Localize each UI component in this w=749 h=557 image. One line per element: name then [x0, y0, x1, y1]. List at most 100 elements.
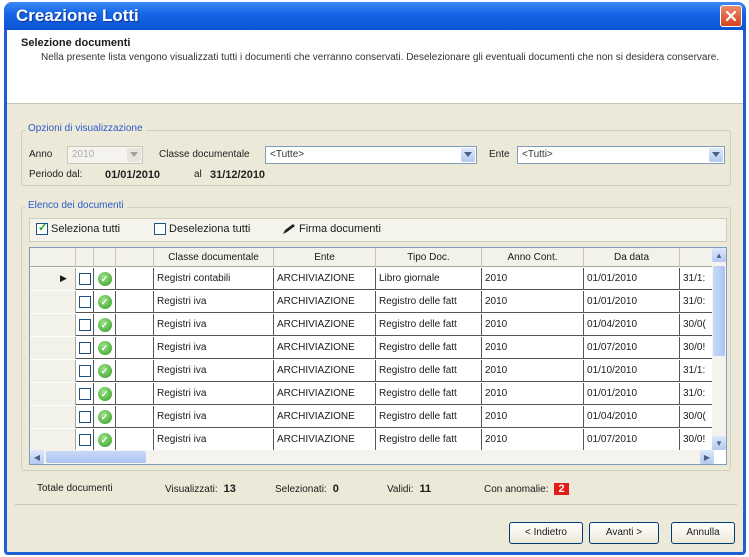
row-checkbox[interactable] [78, 273, 91, 285]
close-button[interactable] [720, 5, 742, 27]
row-checkbox-cell[interactable] [76, 406, 94, 428]
row-selector[interactable] [30, 429, 76, 451]
table-cell[interactable]: Registri iva [154, 383, 274, 405]
table-cell[interactable]: 2010 [482, 429, 584, 451]
table-cell[interactable]: 2010 [482, 406, 584, 428]
table-cell[interactable]: 2010 [482, 337, 584, 359]
table-cell[interactable]: Registro delle fatt [376, 337, 482, 359]
table-cell[interactable]: Registri iva [154, 406, 274, 428]
row-checkbox-cell[interactable] [76, 360, 94, 382]
table-cell[interactable]: 2010 [482, 268, 584, 290]
table-cell[interactable]: Registri contabili [154, 268, 274, 290]
column-header[interactable]: Classe documentale [154, 248, 274, 267]
table-cell[interactable]: Registro delle fatt [376, 291, 482, 313]
cancel-button[interactable]: Annulla [671, 522, 735, 544]
documents-grid[interactable]: Classe documentale Ente Tipo Doc. Anno C… [29, 247, 727, 465]
row-checkbox-cell[interactable] [76, 429, 94, 451]
column-header[interactable]: Anno Cont. [482, 248, 584, 267]
scroll-up-icon[interactable]: ▲ [712, 248, 726, 262]
row-selector[interactable] [30, 291, 76, 313]
row-checkbox[interactable] [78, 296, 91, 308]
row-checkbox[interactable] [78, 319, 91, 331]
table-row[interactable]: ✓ Registri iva ARCHIVIAZIONE Registro delle… [30, 383, 714, 405]
table-cell[interactable]: 01/01/2010 [584, 383, 680, 405]
scroll-down-icon[interactable]: ▼ [712, 436, 726, 450]
row-checkbox[interactable] [78, 342, 91, 354]
table-cell[interactable]: ARCHIVIAZIONE [274, 406, 376, 428]
table-cell[interactable]: 31/0: [680, 383, 714, 405]
table-cell[interactable]: 30/0( [680, 406, 714, 428]
table-cell[interactable]: Registro delle fatt [376, 383, 482, 405]
table-cell[interactable]: 2010 [482, 383, 584, 405]
table-cell[interactable]: 2010 [482, 314, 584, 336]
ente-select[interactable]: <Tutti> [517, 146, 725, 164]
table-row[interactable]: ✓ Registri iva ARCHIVIAZIONE Registro delle… [30, 406, 714, 428]
table-cell[interactable]: 01/01/2010 [584, 268, 680, 290]
table-row[interactable]: ✓ Registri iva ARCHIVIAZIONE Registro delle… [30, 429, 714, 451]
select-all-button[interactable]: Seleziona tutti [36, 221, 120, 235]
scroll-right-icon[interactable]: ▶ [700, 450, 714, 464]
row-selector[interactable] [30, 383, 76, 405]
table-cell[interactable]: Libro giornale [376, 268, 482, 290]
table-cell[interactable]: 01/04/2010 [584, 314, 680, 336]
next-button[interactable]: Avanti > [589, 522, 659, 544]
row-selector[interactable] [30, 314, 76, 336]
row-checkbox-cell[interactable] [76, 383, 94, 405]
table-cell[interactable]: 30/0! [680, 337, 714, 359]
table-cell[interactable]: Registri iva [154, 337, 274, 359]
column-header[interactable]: Tipo Doc. [376, 248, 482, 267]
row-selector[interactable]: ▶ [30, 268, 76, 290]
classe-select[interactable]: <Tutte> [265, 146, 477, 164]
title-bar[interactable]: Creazione Lotti [4, 2, 746, 30]
vertical-scrollbar[interactable]: ▲ ▼ [712, 248, 726, 450]
table-cell[interactable]: ARCHIVIAZIONE [274, 429, 376, 451]
column-header[interactable]: Ente [274, 248, 376, 267]
table-row[interactable]: ✓ Registri iva ARCHIVIAZIONE Registro delle… [30, 337, 714, 359]
table-cell[interactable]: 2010 [482, 360, 584, 382]
table-cell[interactable]: 31/1: [680, 360, 714, 382]
table-cell[interactable]: 01/01/2010 [584, 291, 680, 313]
back-button[interactable]: < Indietro [509, 522, 583, 544]
table-row[interactable]: ✓ Registri iva ARCHIVIAZIONE Registro delle… [30, 291, 714, 313]
table-cell[interactable]: Registri iva [154, 314, 274, 336]
table-cell[interactable]: ARCHIVIAZIONE [274, 360, 376, 382]
table-cell[interactable]: ARCHIVIAZIONE [274, 314, 376, 336]
row-checkbox[interactable] [78, 365, 91, 377]
row-checkbox-cell[interactable] [76, 337, 94, 359]
horizontal-scrollbar[interactable]: ◀ ▶ [30, 450, 714, 464]
scroll-left-icon[interactable]: ◀ [30, 450, 44, 464]
row-selector[interactable] [30, 360, 76, 382]
table-cell[interactable]: 01/10/2010 [584, 360, 680, 382]
row-checkbox-cell[interactable] [76, 268, 94, 290]
table-cell[interactable]: ARCHIVIAZIONE [274, 337, 376, 359]
deselect-all-button[interactable]: Deseleziona tutti [154, 223, 250, 235]
anno-select[interactable]: 2010 [67, 146, 143, 164]
table-cell[interactable]: Registro delle fatt [376, 360, 482, 382]
table-cell[interactable]: 31/1: [680, 268, 714, 290]
row-selector[interactable] [30, 337, 76, 359]
table-cell[interactable]: ARCHIVIAZIONE [274, 383, 376, 405]
table-row[interactable]: ▶ ✓ Registri contabili ARCHIVIAZIONE Libro g… [30, 268, 714, 290]
row-checkbox[interactable] [78, 388, 91, 400]
table-cell[interactable]: Registri iva [154, 291, 274, 313]
table-cell[interactable]: Registro delle fatt [376, 406, 482, 428]
table-cell[interactable]: Registro delle fatt [376, 314, 482, 336]
row-checkbox-cell[interactable] [76, 314, 94, 336]
table-row[interactable]: ✓ Registri iva ARCHIVIAZIONE Registro delle… [30, 314, 714, 336]
table-cell[interactable]: ARCHIVIAZIONE [274, 268, 376, 290]
table-cell[interactable]: 2010 [482, 291, 584, 313]
table-cell[interactable]: 30/0! [680, 429, 714, 451]
table-cell[interactable]: 01/07/2010 [584, 429, 680, 451]
table-cell[interactable]: 30/0( [680, 314, 714, 336]
table-cell[interactable]: 01/04/2010 [584, 406, 680, 428]
table-cell[interactable]: 01/07/2010 [584, 337, 680, 359]
row-checkbox[interactable] [78, 434, 91, 446]
table-cell[interactable]: Registri iva [154, 429, 274, 451]
table-cell[interactable]: ARCHIVIAZIONE [274, 291, 376, 313]
column-header[interactable] [680, 248, 714, 267]
anomalies-badge[interactable]: 2 [554, 483, 569, 495]
vertical-scroll-thumb[interactable] [713, 266, 725, 356]
row-selector[interactable] [30, 406, 76, 428]
sign-documents-button[interactable]: Firma documenti [282, 223, 381, 235]
table-cell[interactable]: 31/0: [680, 291, 714, 313]
